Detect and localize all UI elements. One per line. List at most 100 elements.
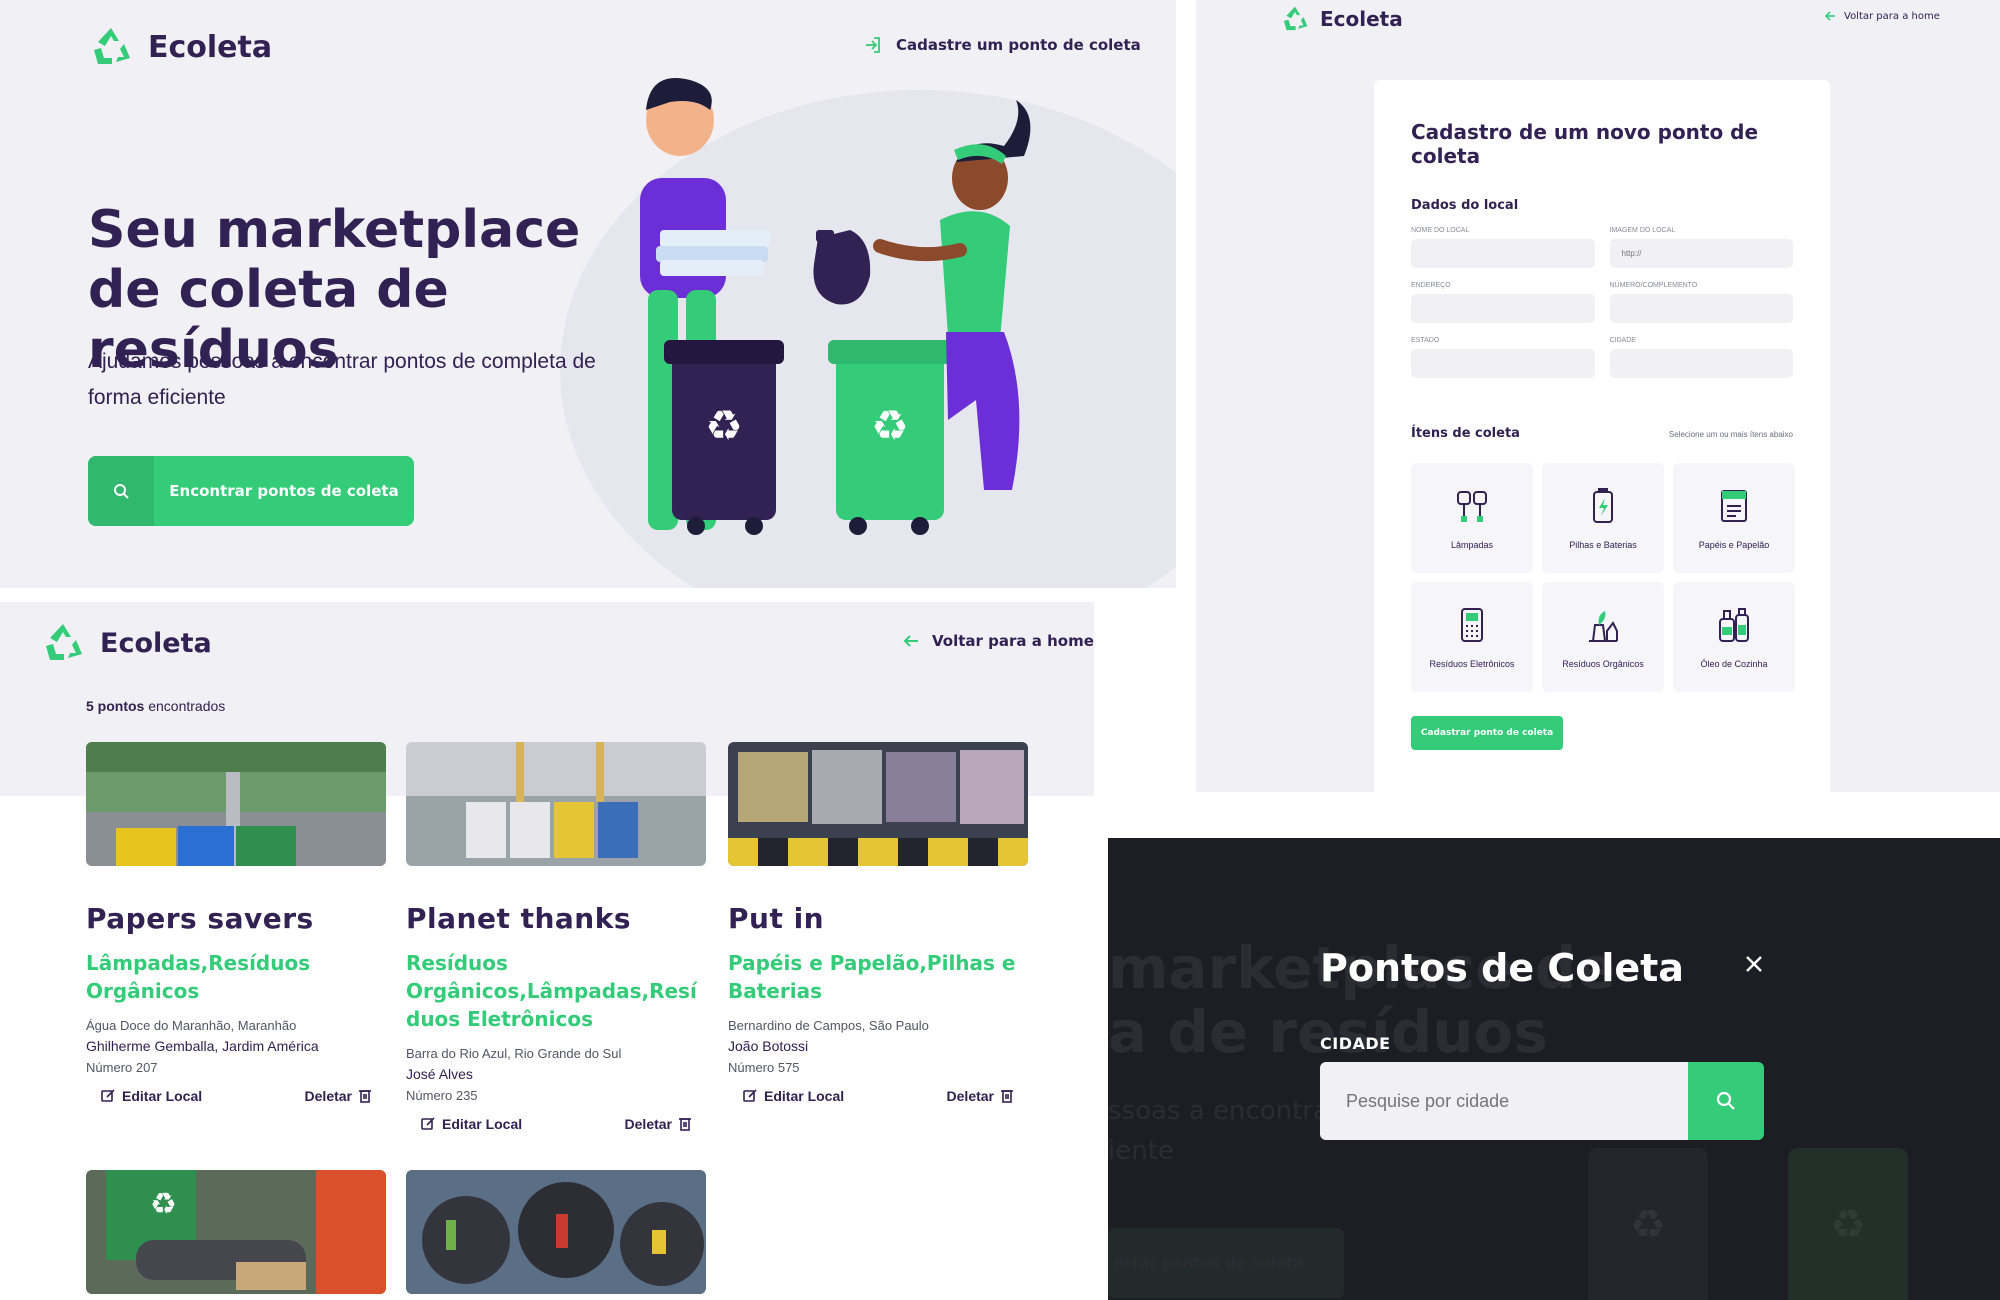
logo[interactable]: Ecoleta: [40, 620, 212, 666]
logo-text: Ecoleta: [100, 627, 212, 659]
edit-point-button[interactable]: Editar Local: [742, 1088, 844, 1104]
point-photo: [86, 742, 386, 866]
image-input[interactable]: [1609, 239, 1793, 268]
item-label: Papéis e Papelão: [1698, 540, 1770, 550]
name-input[interactable]: [1411, 239, 1595, 268]
item-organic[interactable]: Resíduos Orgânicos: [1542, 582, 1664, 692]
back-home-label: Voltar para a home: [932, 632, 1094, 650]
points-count-number: 5 pontos: [86, 698, 145, 714]
point-items: Papéis e Papelão,Pilhas e Baterias: [728, 951, 1016, 1003]
city-select[interactable]: [1609, 349, 1793, 378]
point-name: Papers savers: [86, 902, 314, 935]
background-button: ntrar pontos de coleta: [1108, 1228, 1344, 1298]
trash-icon: [359, 1090, 371, 1103]
city-label: CIDADE: [1320, 1034, 1391, 1053]
item-label: Lâmpadas: [1450, 540, 1494, 550]
point-street: José Alves: [406, 1066, 473, 1082]
point-card[interactable]: Papers savers Lâmpadas,Resíduos Orgânico…: [86, 742, 386, 1104]
svg-text:♻: ♻: [1630, 1202, 1666, 1248]
recycling-people-illustration: ♻ ♻: [640, 78, 1031, 535]
register-point-link[interactable]: Cadastre um ponto de coleta: [864, 36, 1141, 54]
address-input[interactable]: [1411, 294, 1595, 323]
edit-point-label: Editar Local: [442, 1116, 523, 1132]
oil-icon: [1719, 608, 1749, 642]
point-card[interactable]: [406, 1170, 706, 1298]
item-oil[interactable]: Óleo de Cozinha: [1673, 582, 1795, 692]
edit-point-button[interactable]: Editar Local: [100, 1088, 202, 1104]
point-address: Água Doce do Maranhão, Maranhão Ghilherm…: [86, 1015, 386, 1078]
delete-point-button[interactable]: Deletar: [947, 1088, 1014, 1104]
delete-point-label: Deletar: [624, 1116, 672, 1132]
register-point-label: Cadastre um ponto de coleta: [896, 36, 1141, 54]
svg-text:♻: ♻: [705, 401, 743, 450]
item-batteries[interactable]: Pilhas e Baterias: [1542, 463, 1664, 573]
item-label: Resíduos Eletrônicos: [1429, 659, 1515, 669]
city-search-button[interactable]: [1688, 1062, 1764, 1140]
city-search-input[interactable]: [1320, 1062, 1688, 1140]
logo[interactable]: Ecoleta: [88, 24, 272, 70]
item-lamps[interactable]: Lâmpadas: [1411, 463, 1533, 573]
trash-icon: [679, 1118, 691, 1131]
place-section-title: Dados do local: [1411, 198, 1519, 213]
point-photo: ♻: [86, 1170, 386, 1294]
back-home-label: Voltar para a home: [1844, 10, 1940, 22]
items-hint: Selecione um ou mais ítens abaixo: [1668, 430, 1793, 439]
item-label: Resíduos Orgânicos: [1562, 659, 1644, 669]
search-icon: [88, 456, 154, 526]
delete-point-button[interactable]: Deletar: [625, 1116, 692, 1132]
form-title: Cadastro de um novo ponto de coleta: [1411, 120, 1759, 168]
point-photo: [406, 1170, 706, 1294]
point-card[interactable]: Planet thanks Resíduos Orgânicos,Lâmpada…: [406, 742, 706, 1132]
point-city: Barra do Rio Azul, Rio Grande do Sul: [406, 1046, 622, 1061]
point-photo: [728, 742, 1028, 866]
point-card[interactable]: ♻: [86, 1170, 386, 1298]
background-lead: iente: [1108, 1136, 1174, 1166]
background-headline: a de resíduos: [1108, 998, 1548, 1066]
name-label: NOME DO LOCAL: [1411, 227, 1470, 234]
edit-point-button[interactable]: Editar Local: [420, 1116, 522, 1132]
search-icon: [1716, 1091, 1735, 1110]
point-name: Put in: [728, 902, 825, 935]
point-number: Número 575: [728, 1060, 800, 1075]
trash-icon: [1001, 1090, 1013, 1103]
point-number: Número 207: [86, 1060, 158, 1075]
points-count: 5 pontos encontrados: [86, 698, 225, 714]
close-modal-button[interactable]: [1744, 954, 1764, 978]
logo-text: Ecoleta: [148, 29, 273, 65]
item-label: Pilhas e Baterias: [1569, 540, 1637, 550]
point-photo: [406, 742, 706, 866]
home-screen: Ecoleta Cadastre um ponto de coleta Seu …: [0, 0, 1176, 588]
items-grid: Lâmpadas Pilhas e Baterias Papéis e Pape…: [1411, 463, 1795, 692]
delete-point-label: Deletar: [946, 1088, 994, 1104]
background-lead: ssoas a encontrar: [1108, 1096, 1340, 1126]
delete-point-button[interactable]: Deletar: [305, 1088, 372, 1104]
point-card[interactable]: Put in Papéis e Papelão,Pilhas e Bateria…: [728, 742, 1028, 1104]
point-number: Número 235: [406, 1088, 478, 1103]
point-city: Bernardino de Campos, São Paulo: [728, 1018, 929, 1033]
point-items: Resíduos Orgânicos,Lâmpadas,Resíduos Ele…: [406, 951, 697, 1031]
point-street: João Botossi: [728, 1038, 809, 1054]
point-address: Bernardino de Campos, São Paulo João Bot…: [728, 1015, 1028, 1078]
lamps-icon: [1457, 491, 1487, 522]
create-point-screen: Ecoleta Voltar para a home Cadastro de u…: [1196, 0, 2000, 792]
item-paper[interactable]: Papéis e Papelão: [1673, 463, 1795, 573]
image-label: IMAGEM DO LOCAL: [1609, 227, 1676, 234]
logo[interactable]: Ecoleta: [1280, 4, 1403, 34]
find-points-button[interactable]: Encontrar pontos de coleta: [88, 456, 414, 526]
back-home-link[interactable]: Voltar para a home: [902, 632, 1094, 650]
submit-point-button[interactable]: Cadastrar ponto de coleta: [1411, 716, 1563, 750]
point-city: Água Doce do Maranhão, Maranhão: [86, 1018, 297, 1033]
find-points-label: Encontrar pontos de coleta: [169, 482, 399, 500]
point-address: Barra do Rio Azul, Rio Grande do Sul Jos…: [406, 1043, 706, 1106]
recycle-logo-icon: [94, 28, 130, 64]
edit-icon: [421, 1117, 435, 1130]
number-input[interactable]: [1609, 294, 1793, 323]
recycle-logo-icon: [1283, 6, 1308, 31]
logo-text: Ecoleta: [1320, 7, 1403, 31]
svg-text:♻: ♻: [871, 401, 909, 450]
state-select[interactable]: [1411, 349, 1595, 378]
delete-point-label: Deletar: [304, 1088, 352, 1104]
item-electronics[interactable]: Resíduos Eletrônicos: [1411, 582, 1533, 692]
back-home-link[interactable]: Voltar para a home: [1824, 10, 1940, 22]
points-count-suffix: encontrados: [144, 698, 226, 714]
